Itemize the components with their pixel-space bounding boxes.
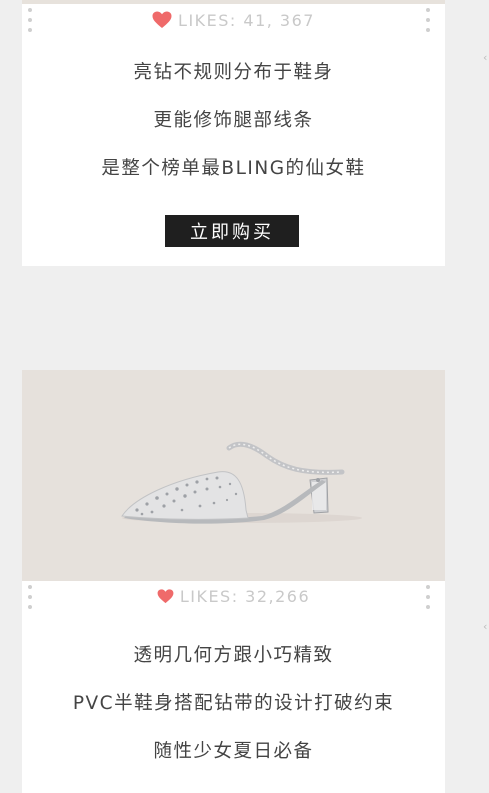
description-line-1: 透明几何方跟小巧精致	[133, 645, 334, 666]
likes-row: LIKES: 32,266	[22, 583, 445, 609]
chevron-left-icon[interactable]: ‹	[483, 621, 489, 633]
likes-count: LIKES: 41, 367	[178, 10, 315, 30]
likes-row: LIKES: 41, 367	[22, 7, 445, 33]
description-line-2: 更能修饰腿部线条	[153, 110, 314, 131]
description-line-2: PVC半鞋身搭配钻带的设计打破约束	[72, 693, 395, 714]
card-body: LIKES: 32,266 透明几何方跟小巧精致 PVC半鞋身搭配钻带的设计打破…	[22, 581, 445, 793]
description-line-3: 是整个榜单最BLING的仙女鞋	[101, 158, 366, 179]
likes-count: LIKES: 32,266	[179, 586, 311, 606]
image-bottom-edge	[22, 0, 445, 4]
heart-icon[interactable]	[152, 11, 172, 29]
description-line-3: 随性少女夏日必备	[153, 741, 314, 762]
description-line-1: 亮钻不规则分布于鞋身	[133, 62, 334, 83]
product-card-2: LIKES: 32,266 透明几何方跟小巧精致 PVC半鞋身搭配钻带的设计打破…	[22, 370, 445, 793]
chevron-left-icon[interactable]: ‹	[483, 52, 489, 64]
shoe-illustration	[121, 441, 362, 524]
product-image[interactable]	[22, 370, 445, 581]
product-card-1: LIKES: 41, 367 亮钻不规则分布于鞋身 更能修饰腿部线条 是整个榜单…	[22, 0, 445, 266]
buy-now-button[interactable]: 立即购买	[165, 215, 299, 247]
heart-icon[interactable]	[157, 588, 174, 604]
